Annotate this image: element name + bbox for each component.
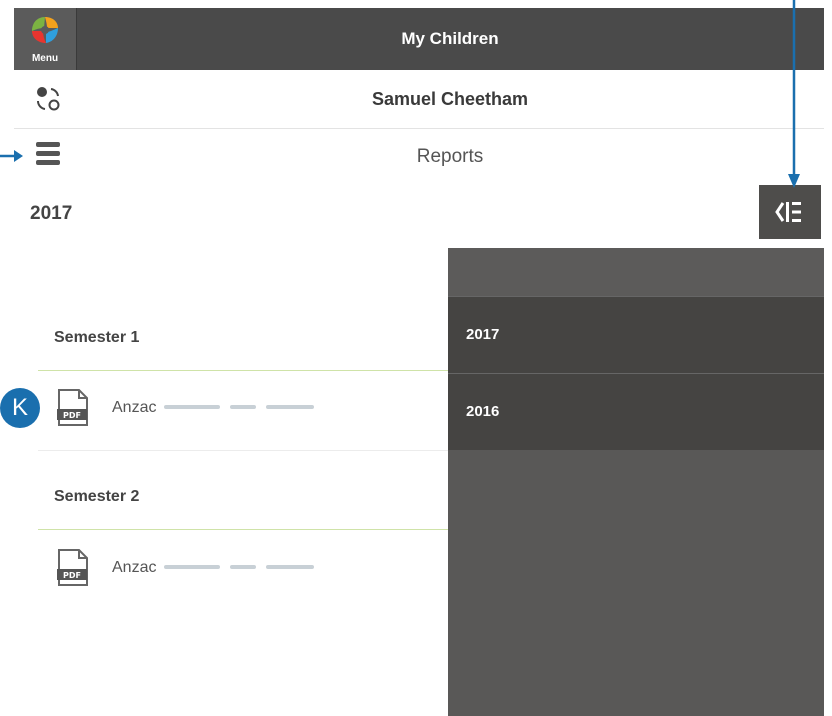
year-option-label: 2016 [466,403,500,420]
hamburger-icon[interactable] [36,142,60,168]
selected-year: 2017 [30,203,73,224]
student-row: Samuel Cheetham [14,70,824,129]
semester-heading: Semester 2 [54,488,140,505]
app-frame: Menu My Children Samuel Cheetham Reports… [14,0,824,716]
year-panel: 2017 2016 [448,248,824,716]
row-divider [38,450,458,451]
menu-label: Menu [31,53,59,64]
page-title: Reports [416,146,484,167]
semester-heading: Semester 1 [54,329,140,346]
callout-badge: K [0,388,40,428]
year-option[interactable]: 2016 [448,373,824,450]
year-option[interactable]: 2017 [448,296,824,373]
menu-button[interactable]: Menu [14,8,77,70]
year-option-label: 2017 [466,326,500,343]
year-panel-toggle-icon [775,202,801,222]
redacted-text [164,565,324,570]
top-bar: Menu My Children [14,8,824,70]
section-divider [38,529,458,530]
report-item[interactable]: PDF Anzac [38,378,458,440]
svg-text:PDF: PDF [63,411,81,420]
year-panel-toggle-button[interactable] [759,185,821,239]
annotation-arrow-left [0,150,23,162]
report-name: Anzac [112,559,157,576]
app-logo-icon [32,17,58,43]
report-item[interactable]: PDF Anzac [38,538,458,600]
svg-text:PDF: PDF [63,571,81,580]
reports-row: Reports [14,128,824,186]
redacted-text [164,405,324,410]
header-title: My Children [401,29,499,48]
switch-child-icon[interactable] [34,85,62,113]
pdf-icon: PDF [57,389,88,426]
year-panel-header [448,248,824,296]
student-name: Samuel Cheetham [371,89,529,109]
section-divider [38,370,458,371]
annotation-arrow-down [788,0,800,188]
report-name: Anzac [112,399,157,416]
pdf-icon: PDF [57,549,88,586]
